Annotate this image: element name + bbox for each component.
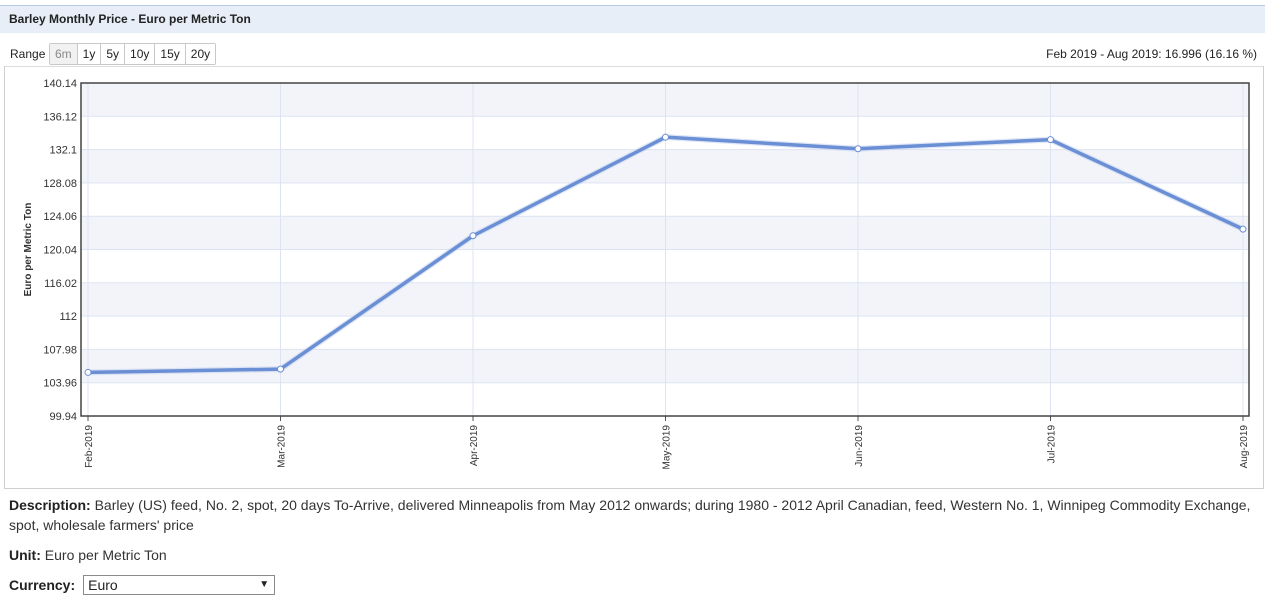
currency-selected-value: Euro xyxy=(88,577,118,593)
data-point xyxy=(469,232,477,240)
x-tick-label: Jun-2019 xyxy=(854,425,865,467)
currency-label: Currency: xyxy=(9,577,76,593)
x-tick-label: Jul-2019 xyxy=(1047,425,1058,464)
data-point xyxy=(84,368,92,376)
range-15y-button[interactable]: 15y xyxy=(154,44,185,64)
currency-select[interactable]: Euro ▼ xyxy=(83,575,276,595)
unit-text: Euro per Metric Ton xyxy=(44,547,167,563)
price-line-chart: 140.14 136.12 132.1 128.08 124.06 120.04 116.0… xyxy=(23,78,1250,470)
chart-header: Barley Monthly Price - Euro per Metric T… xyxy=(0,5,1265,33)
y-tick-label: 124.06 xyxy=(43,211,77,223)
range-label: Range xyxy=(10,47,46,61)
y-tick-label: 116.02 xyxy=(44,278,77,290)
range-toolbar: Range 6m 1y 5y 10y 15y 20y Feb 2019 - Au… xyxy=(0,42,1265,66)
data-point xyxy=(662,133,669,141)
data-point xyxy=(1047,136,1054,144)
range-20y-button[interactable]: 20y xyxy=(184,44,216,64)
unit-label: Unit: xyxy=(9,547,41,563)
y-tick-label: 103.96 xyxy=(43,378,77,390)
description: Description: Barley (US) feed, No. 2, sp… xyxy=(9,495,1259,535)
chevron-down-icon: ▼ xyxy=(259,579,270,590)
y-tick-label: 99.94 xyxy=(49,411,77,423)
description-text: Barley (US) feed, No. 2, spot, 20 days T… xyxy=(9,497,1251,533)
y-tick-label: 128.08 xyxy=(43,178,77,190)
data-point xyxy=(277,365,284,373)
y-tick-label: 120.04 xyxy=(43,245,77,257)
x-tick-label: May-2019 xyxy=(662,425,673,470)
y-tick-label: 112 xyxy=(59,311,77,323)
y-tick-label: 140.14 xyxy=(43,78,77,90)
range-5y-button[interactable]: 5y xyxy=(100,44,125,64)
range-summary: Feb 2019 - Aug 2019: 16.996 (16.16 %) xyxy=(1046,47,1257,61)
data-point xyxy=(854,145,862,153)
y-tick-label: 107.98 xyxy=(43,344,77,356)
y-tick-label: 136.12 xyxy=(43,111,77,123)
range-button-group: 6m 1y 5y 10y 15y 20y xyxy=(49,43,217,65)
data-point xyxy=(1239,225,1247,233)
x-tick-label: Aug-2019 xyxy=(1239,425,1250,469)
page-title: Barley Monthly Price - Euro per Metric T… xyxy=(9,12,251,26)
unit: Unit: Euro per Metric Ton xyxy=(9,545,167,565)
chart-container: 140.14 136.12 132.1 128.08 124.06 120.04 116.0… xyxy=(4,66,1264,489)
y-axis-title: Euro per Metric Ton xyxy=(23,203,34,297)
range-10y-button[interactable]: 10y xyxy=(124,44,155,64)
x-tick-label: Apr-2019 xyxy=(469,425,480,467)
description-label: Description: xyxy=(9,497,91,513)
range-6m-button[interactable]: 6m xyxy=(50,44,77,64)
x-tick-label: Feb-2019 xyxy=(84,425,95,468)
currency-row: Currency: Euro ▼ xyxy=(9,575,276,595)
x-tick-label: Mar-2019 xyxy=(277,425,288,468)
range-1y-button[interactable]: 1y xyxy=(76,44,101,64)
y-tick-label: 132.1 xyxy=(49,145,77,157)
